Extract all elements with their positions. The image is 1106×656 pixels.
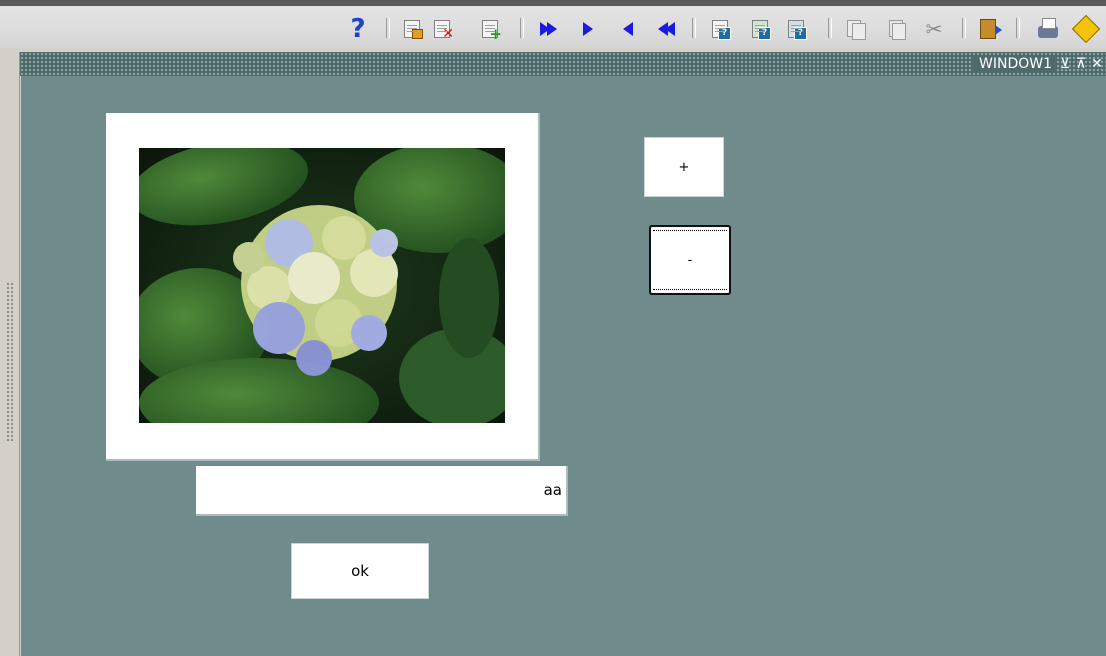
toolbar-separator: [386, 18, 390, 38]
cancel-query-icon[interactable]: ?: [784, 16, 808, 42]
copy-icon[interactable]: [844, 16, 868, 42]
save-icon[interactable]: [400, 16, 424, 42]
hydrangea-photo: [139, 148, 505, 423]
minimize-icon[interactable]: ⊻: [1058, 55, 1072, 73]
text-item-field[interactable]: [196, 466, 568, 516]
cut-icon[interactable]: ✂: [922, 16, 946, 42]
window-title-bar[interactable]: WINDOW1 ⊻ ⊼ ✕: [0, 52, 1106, 76]
ok-button[interactable]: ok: [291, 543, 429, 599]
toolbar-separator: [962, 18, 966, 38]
form-canvas: + - ok: [21, 76, 1106, 656]
maximize-icon[interactable]: ⊼: [1074, 55, 1088, 73]
toolbar-separator: [692, 18, 696, 38]
previous-block-icon[interactable]: [536, 16, 560, 42]
left-scroll-strip[interactable]: [0, 52, 20, 656]
clear-icon[interactable]: [1071, 14, 1101, 44]
window-title: WINDOW1: [973, 55, 1056, 73]
exit-icon[interactable]: [976, 16, 1002, 42]
next-block-icon[interactable]: [654, 16, 678, 42]
delete-record-icon[interactable]: ✕: [430, 16, 454, 42]
paste-icon[interactable]: [884, 16, 908, 42]
enter-query-icon[interactable]: ?: [708, 16, 732, 42]
focus-indicator: -: [653, 230, 727, 290]
print-icon[interactable]: [1036, 16, 1060, 42]
resize-grip[interactable]: [6, 282, 14, 442]
help-icon[interactable]: ?: [346, 14, 370, 44]
execute-query-icon[interactable]: ?: [748, 16, 772, 42]
minus-button[interactable]: -: [649, 225, 731, 295]
image-item-frame: [106, 113, 540, 461]
toolbar-separator: [520, 18, 524, 38]
toolbar: ? ✕ + ? ? ? ✂: [0, 0, 1106, 48]
toolbar-separator: [1016, 18, 1020, 38]
plus-button[interactable]: +: [644, 137, 724, 197]
toolbar-separator: [828, 18, 832, 38]
ok-button-label: ok: [351, 562, 369, 580]
previous-record-icon[interactable]: [576, 16, 600, 42]
minus-button-label: -: [687, 252, 693, 268]
plus-button-label: +: [678, 159, 690, 175]
close-icon[interactable]: ✕: [1090, 55, 1104, 73]
next-record-icon[interactable]: [616, 16, 640, 42]
insert-record-icon[interactable]: +: [478, 16, 502, 42]
